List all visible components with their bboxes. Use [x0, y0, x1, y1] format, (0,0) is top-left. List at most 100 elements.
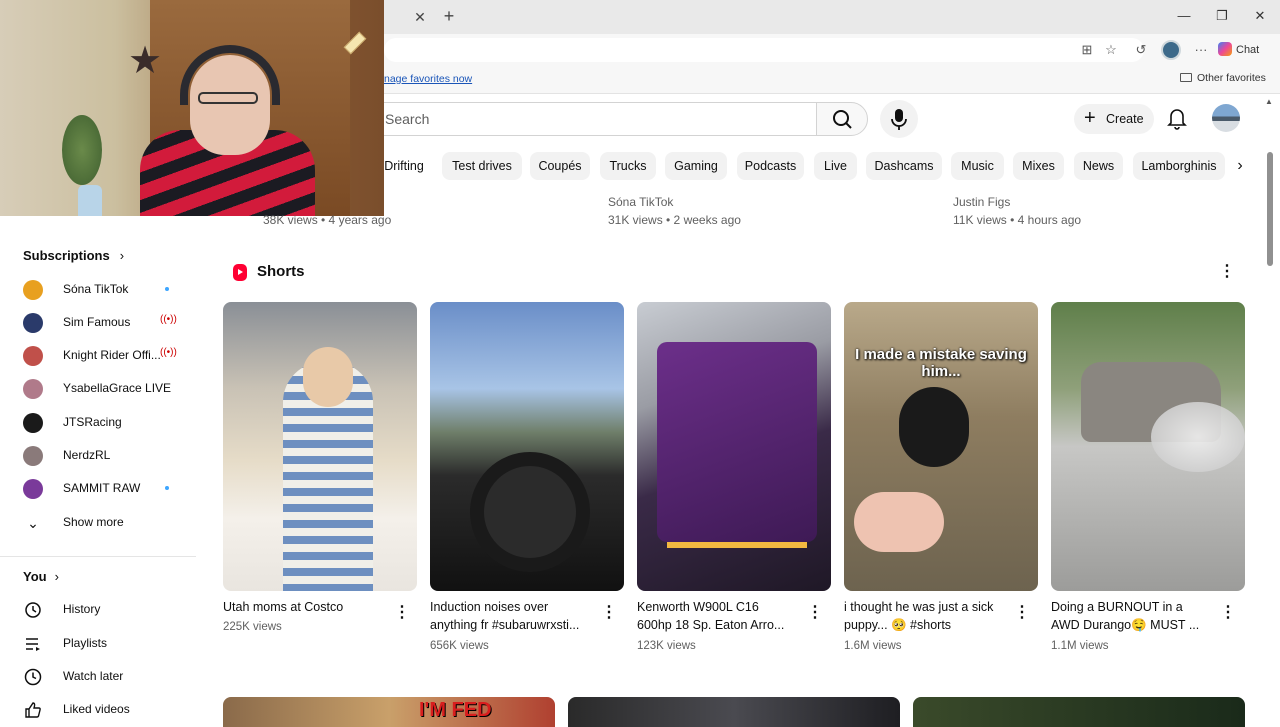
- create-label: Create: [1106, 112, 1144, 126]
- sidebar-item-jtsracing[interactable]: JTSRacing: [0, 406, 196, 439]
- chip-lamborghinis[interactable]: Lamborghinis: [1133, 152, 1225, 180]
- thumbs-up-icon: [25, 702, 41, 718]
- clock-icon: [24, 668, 42, 686]
- chip-coupes[interactable]: Coupés: [530, 152, 590, 180]
- chevron-right-icon[interactable]: ›: [1230, 154, 1250, 178]
- short-title[interactable]: Doing a BURNOUT in a AWD Durango🤤 MUST .…: [1051, 598, 1211, 634]
- sidebar-item-history[interactable]: History: [0, 593, 196, 626]
- account-avatar[interactable]: [1212, 104, 1240, 132]
- bell-icon: [1167, 109, 1187, 130]
- short-title[interactable]: Utah moms at Costco: [223, 598, 383, 616]
- sidebar-item-nerdzrl[interactable]: NerdzRL: [0, 439, 196, 472]
- sidebar-item-sammit-raw[interactable]: SAMMIT RAW: [0, 472, 196, 505]
- new-content-dot: [165, 287, 169, 291]
- short-thumbnail[interactable]: I made a mistake saving him...: [844, 302, 1038, 591]
- live-icon: ((•)): [160, 314, 177, 325]
- chat-label: Chat: [1236, 44, 1260, 56]
- short-title[interactable]: Induction noises over anything fr #subar…: [430, 598, 590, 634]
- history-label: History: [63, 602, 101, 616]
- short-thumbnail[interactable]: [430, 302, 624, 591]
- show-more-button[interactable]: ⌄ Show more: [0, 506, 196, 539]
- chip-news[interactable]: News: [1074, 152, 1123, 180]
- chip-drifting[interactable]: Drifting: [384, 152, 424, 180]
- channel-avatar: [23, 280, 43, 300]
- restore-icon[interactable]: ❐: [1210, 6, 1234, 26]
- voice-search-button[interactable]: [880, 100, 918, 138]
- short-thumbnail[interactable]: [1051, 302, 1245, 591]
- new-tab-icon[interactable]: +: [440, 6, 458, 26]
- sidebar-item-sona-tiktok[interactable]: Sóna TikTok: [0, 273, 196, 306]
- chip-music[interactable]: Music: [951, 152, 1004, 180]
- video-thumbnail[interactable]: [913, 697, 1245, 727]
- history-icon[interactable]: ↺: [1131, 41, 1151, 59]
- chip-mixes[interactable]: Mixes: [1013, 152, 1064, 180]
- short-more-icon[interactable]: ⋮: [392, 601, 412, 625]
- tab-close-icon[interactable]: ✕: [412, 8, 428, 26]
- short-more-icon[interactable]: ⋮: [599, 601, 619, 625]
- live-icon: ((•)): [160, 347, 177, 358]
- search-input[interactable]: Search: [372, 102, 816, 136]
- video-meta: 38K views • 4 years ago: [263, 213, 392, 227]
- search-button[interactable]: [816, 102, 868, 136]
- sidebar-item-watch-later[interactable]: Watch later: [0, 660, 196, 693]
- more-menu-icon[interactable]: ···: [1191, 41, 1211, 59]
- chip-gaming[interactable]: Gaming: [665, 152, 727, 180]
- channel-avatar: [23, 446, 43, 466]
- create-button[interactable]: + Create: [1074, 104, 1154, 134]
- scrollbar-thumb[interactable]: [1267, 152, 1273, 266]
- apps-icon[interactable]: ⊞: [1077, 41, 1097, 59]
- video-meta: 11K views • 4 hours ago: [953, 213, 1082, 227]
- chevron-down-icon: ⌄: [27, 515, 39, 531]
- short-title[interactable]: Kenworth W900L C16 600hp 18 Sp. Eaton Ar…: [637, 598, 797, 634]
- other-favorites-button[interactable]: Other favorites: [1180, 72, 1266, 84]
- video-thumbnail[interactable]: [568, 697, 900, 727]
- video-thumbnail[interactable]: I'M FED: [223, 697, 555, 727]
- minimize-icon[interactable]: —: [1172, 6, 1196, 26]
- short-views: 1.1M views: [1051, 640, 1109, 652]
- copilot-icon: [1218, 42, 1232, 56]
- thumbnail-puppy: [899, 387, 969, 467]
- sidebar-item-liked-videos[interactable]: Liked videos: [0, 693, 196, 726]
- browser-profile-avatar[interactable]: [1161, 40, 1181, 60]
- short-title[interactable]: i thought he was just a sick puppy... 🥺 …: [844, 598, 1004, 634]
- channel-name-link[interactable]: Sóna TikTok: [608, 195, 673, 209]
- chip-test-drives[interactable]: Test drives: [442, 152, 522, 180]
- you-heading[interactable]: You ›: [23, 569, 59, 584]
- chip-trucks[interactable]: Trucks: [600, 152, 656, 180]
- chevron-right-icon: ›: [54, 569, 59, 584]
- channel-avatar: [23, 479, 43, 499]
- chip-dashcams[interactable]: Dashcams: [866, 152, 942, 180]
- channel-name: Sóna TikTok: [63, 282, 129, 296]
- chip-podcasts[interactable]: Podcasts: [737, 152, 804, 180]
- channel-name: JTSRacing: [63, 415, 122, 429]
- webcam-bottle: [78, 185, 102, 216]
- sidebar-item-playlists[interactable]: Playlists: [0, 627, 196, 660]
- short-more-icon[interactable]: ⋮: [1218, 601, 1238, 625]
- playlists-icon: [26, 638, 40, 651]
- plus-icon: +: [1084, 107, 1096, 129]
- sidebar-item-ysabellagrace[interactable]: YsabellaGrace LIVE: [0, 372, 196, 405]
- folder-icon: [1180, 73, 1192, 82]
- new-content-dot: [165, 486, 169, 490]
- shelf-more-icon[interactable]: ⋮: [1217, 260, 1237, 284]
- sidebar-item-sim-famous[interactable]: Sim Famous ((•)): [0, 306, 196, 339]
- scroll-up-icon[interactable]: ▲: [1265, 97, 1273, 106]
- manage-favorites-link[interactable]: nage favorites now: [384, 73, 472, 85]
- webcam-overlay: ★: [0, 0, 384, 216]
- thumbnail-text: I'M FED: [419, 699, 492, 721]
- channel-name-link[interactable]: Justin Figs: [953, 195, 1010, 209]
- short-thumbnail[interactable]: [223, 302, 417, 591]
- favorite-star-icon[interactable]: ☆: [1101, 41, 1121, 59]
- notifications-button[interactable]: [1166, 106, 1188, 130]
- subscriptions-heading[interactable]: Subscriptions ›: [23, 248, 124, 263]
- short-more-icon[interactable]: ⋮: [805, 601, 825, 625]
- channel-name: Sim Famous: [63, 315, 131, 329]
- short-thumbnail[interactable]: [637, 302, 831, 591]
- address-field[interactable]: [384, 38, 1144, 62]
- sidebar-item-knight-rider[interactable]: Knight Rider Offi... ((•)): [0, 339, 196, 372]
- close-window-icon[interactable]: ✕: [1248, 6, 1272, 26]
- short-more-icon[interactable]: ⋮: [1012, 601, 1032, 625]
- copilot-chat-button[interactable]: Chat: [1218, 40, 1272, 60]
- channel-name: NerdzRL: [63, 448, 111, 462]
- chip-live[interactable]: Live: [814, 152, 857, 180]
